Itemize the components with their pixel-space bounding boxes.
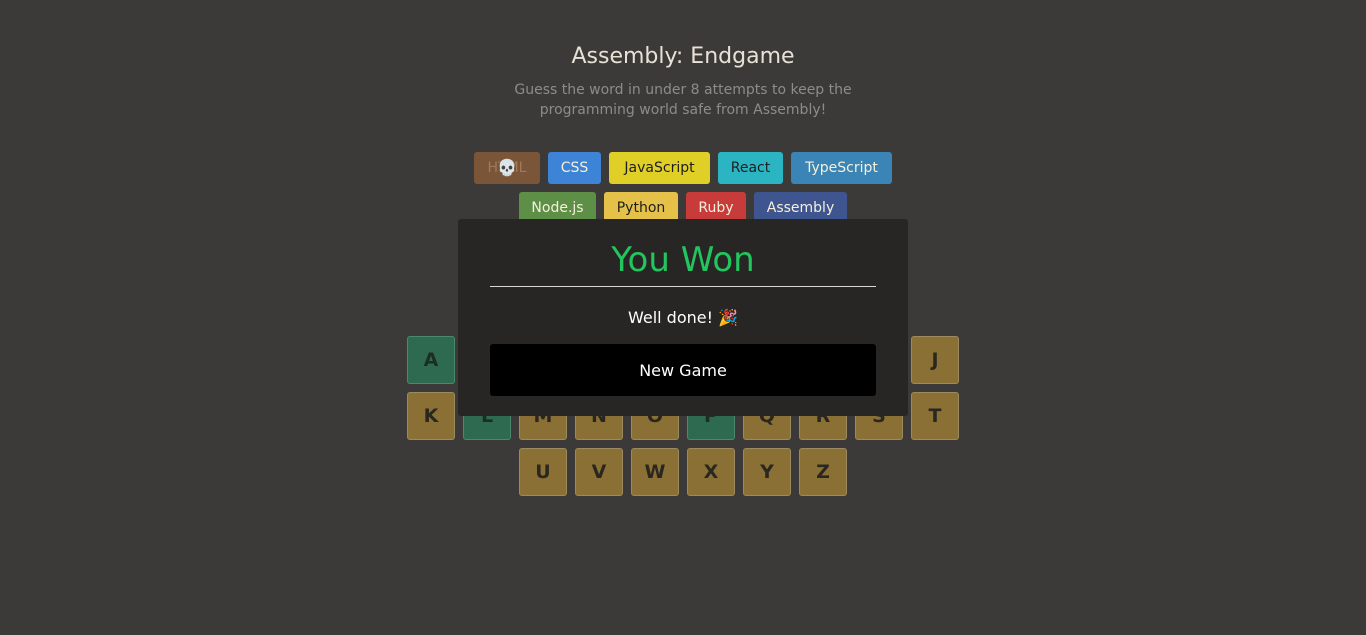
key-a[interactable]: A: [407, 336, 455, 384]
game-result-modal: You Won Well done! 🎉 New Game: [458, 219, 908, 416]
page-title: Assembly: Endgame: [571, 44, 795, 69]
key-z[interactable]: Z: [799, 448, 847, 496]
key-k[interactable]: K: [407, 392, 455, 440]
language-chip-label: React: [730, 160, 771, 176]
language-chip-react: React: [718, 152, 783, 184]
key-w[interactable]: W: [631, 448, 679, 496]
language-chip-label: JavaScript: [624, 160, 695, 176]
language-chip-label: Python: [616, 200, 666, 216]
language-chip-label: Node.js: [531, 200, 584, 216]
result-title: You Won: [611, 240, 755, 280]
result-message: Well done! 🎉: [627, 308, 739, 327]
key-u[interactable]: U: [519, 448, 567, 496]
key-j[interactable]: J: [911, 336, 959, 384]
skull-icon: 💀: [497, 158, 517, 177]
key-t[interactable]: T: [911, 392, 959, 440]
game-app: Assembly: Endgame Guess the word in unde…: [0, 0, 1366, 635]
language-chip-html: HTML 💀: [474, 152, 540, 184]
language-chip-label: Ruby: [698, 200, 734, 216]
divider: [490, 286, 876, 287]
page-subtitle: Guess the word in under 8 attempts to ke…: [514, 82, 852, 118]
key-y[interactable]: Y: [743, 448, 791, 496]
key-x[interactable]: X: [687, 448, 735, 496]
language-chip-javascript: JavaScript: [609, 152, 710, 184]
language-chip-css: CSS: [548, 152, 601, 184]
key-v[interactable]: V: [575, 448, 623, 496]
new-game-button[interactable]: New Game: [490, 344, 876, 396]
language-chip-label: TypeScript: [805, 160, 878, 176]
language-chip-label: CSS: [560, 160, 589, 176]
language-chip-label: Assembly: [766, 200, 835, 216]
language-chip-typescript: TypeScript: [791, 152, 892, 184]
